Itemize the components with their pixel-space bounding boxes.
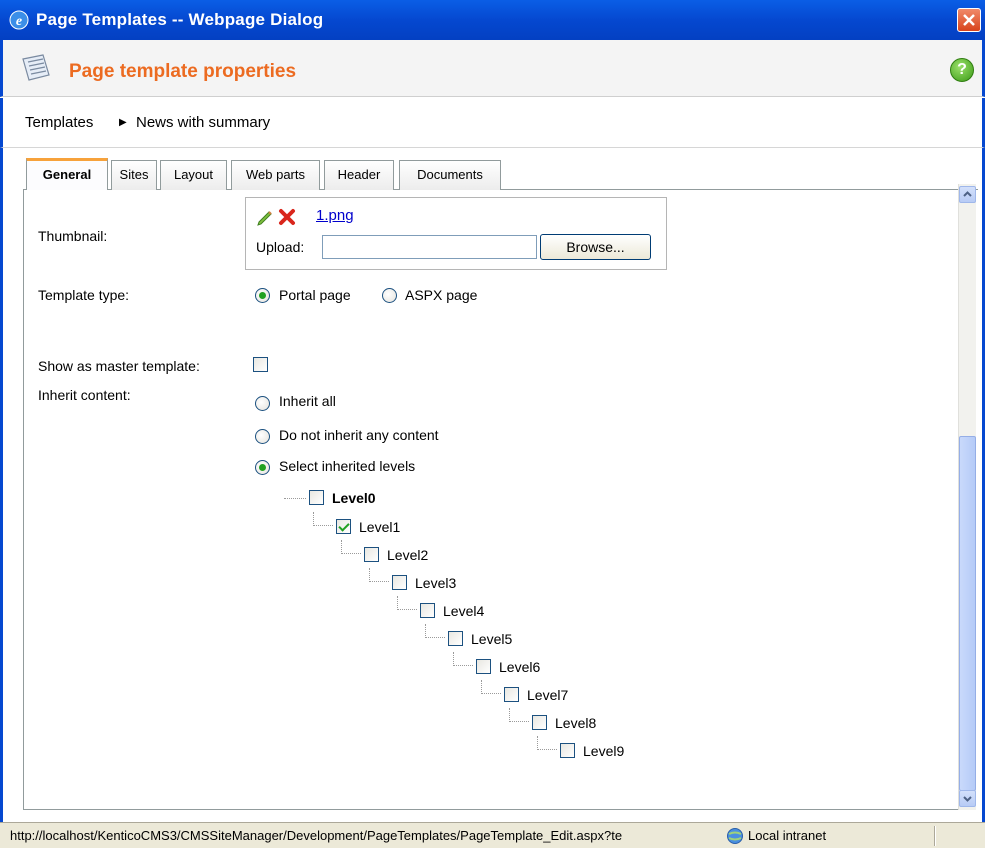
radio-do-not-inherit[interactable] <box>255 429 270 444</box>
tab-layout[interactable]: Layout <box>160 160 227 190</box>
status-url: http://localhost/KenticoCMS3/CMSSiteMana… <box>10 828 623 843</box>
page-header: Page template properties ? <box>0 40 985 97</box>
radio-aspx-page[interactable] <box>382 288 397 303</box>
radio-select-levels[interactable] <box>255 460 270 475</box>
level7-checkbox[interactable] <box>504 687 519 702</box>
browse-button[interactable]: Browse... <box>540 234 651 260</box>
scroll-up-button[interactable] <box>959 186 976 203</box>
portal-page-label[interactable]: Portal page <box>279 287 351 303</box>
chevron-down-icon <box>963 796 972 802</box>
level2-checkbox[interactable] <box>364 547 379 562</box>
tab-sites[interactable]: Sites <box>111 160 157 190</box>
intranet-globe-icon <box>727 828 743 844</box>
tree-connector <box>453 652 473 666</box>
inherit-all-label[interactable]: Inherit all <box>279 393 336 409</box>
tree-connector <box>369 568 389 582</box>
level1-label[interactable]: Level1 <box>359 519 400 535</box>
inherit-content-label: Inherit content: <box>38 387 131 403</box>
tab-documents[interactable]: Documents <box>399 160 501 190</box>
level1-checkbox[interactable] <box>336 519 351 534</box>
radio-inherit-all[interactable] <box>255 396 270 411</box>
breadcrumb-arrow-icon: ▶ <box>119 117 127 128</box>
ie-icon: e <box>9 10 29 30</box>
level4-label[interactable]: Level4 <box>443 603 484 619</box>
scroll-down-button[interactable] <box>959 790 976 807</box>
page-title: Page template properties <box>69 61 297 82</box>
master-template-label: Show as master template: <box>38 358 200 374</box>
tree-connector <box>313 512 333 526</box>
select-levels-label[interactable]: Select inherited levels <box>279 458 415 474</box>
window-title: Page Templates -- Webpage Dialog <box>36 10 324 29</box>
close-button[interactable] <box>957 8 981 32</box>
thumbnail-label: Thumbnail: <box>38 228 108 244</box>
vertical-scrollbar[interactable] <box>958 184 976 810</box>
edit-pencil-icon[interactable] <box>256 208 274 226</box>
level0-label[interactable]: Level0 <box>332 490 376 506</box>
close-icon <box>963 14 975 26</box>
tab-header[interactable]: Header <box>324 160 394 190</box>
template-type-label: Template type: <box>38 287 130 303</box>
aspx-page-label[interactable]: ASPX page <box>405 287 477 303</box>
general-panel <box>23 190 971 810</box>
thumbnail-file-link[interactable]: 1.png <box>316 207 354 224</box>
breadcrumb: Templates ▶ News with summary <box>0 98 985 148</box>
level6-label[interactable]: Level6 <box>499 659 540 675</box>
level9-label[interactable]: Level9 <box>583 743 624 759</box>
breadcrumb-templates-link[interactable]: Templates <box>25 114 93 131</box>
master-template-checkbox[interactable] <box>253 357 268 372</box>
breadcrumb-current: News with summary <box>136 114 271 131</box>
tab-web-parts[interactable]: Web parts <box>231 160 320 190</box>
help-icon[interactable]: ? <box>950 58 974 82</box>
level0-checkbox[interactable] <box>309 490 324 505</box>
tree-connector <box>341 540 361 554</box>
level8-label[interactable]: Level8 <box>555 715 596 731</box>
tab-general[interactable]: General <box>26 158 108 191</box>
level3-checkbox[interactable] <box>392 575 407 590</box>
level5-label[interactable]: Level5 <box>471 631 512 647</box>
level7-label[interactable]: Level7 <box>527 687 568 703</box>
status-bar: http://localhost/KenticoCMS3/CMSSiteMana… <box>0 822 985 848</box>
tree-connector <box>509 708 529 722</box>
tree-connector <box>284 498 306 499</box>
level5-checkbox[interactable] <box>448 631 463 646</box>
radio-portal-page[interactable] <box>255 288 270 303</box>
level9-checkbox[interactable] <box>560 743 575 758</box>
scroll-thumb[interactable] <box>959 436 976 791</box>
level8-checkbox[interactable] <box>532 715 547 730</box>
status-separator <box>934 826 936 846</box>
tree-connector <box>425 624 445 638</box>
level3-label[interactable]: Level3 <box>415 575 456 591</box>
thumbnail-box: 1.png Upload: Browse... <box>245 197 667 270</box>
delete-icon[interactable] <box>278 208 296 226</box>
upload-label: Upload: <box>256 239 305 255</box>
window-title-bar: e Page Templates -- Webpage Dialog <box>0 0 985 40</box>
level2-label[interactable]: Level2 <box>387 547 428 563</box>
chevron-up-icon <box>963 191 972 197</box>
upload-input[interactable] <box>322 235 537 259</box>
level4-checkbox[interactable] <box>420 603 435 618</box>
page-template-icon <box>22 54 50 81</box>
status-zone: Local intranet <box>748 828 827 843</box>
tree-connector <box>397 596 417 610</box>
tab-strip: General Sites Layout Web parts Header Do… <box>23 158 978 191</box>
do-not-inherit-label[interactable]: Do not inherit any content <box>279 427 439 443</box>
svg-text:e: e <box>16 14 22 29</box>
level6-checkbox[interactable] <box>476 659 491 674</box>
tree-connector <box>537 736 557 750</box>
tree-connector <box>481 680 501 694</box>
